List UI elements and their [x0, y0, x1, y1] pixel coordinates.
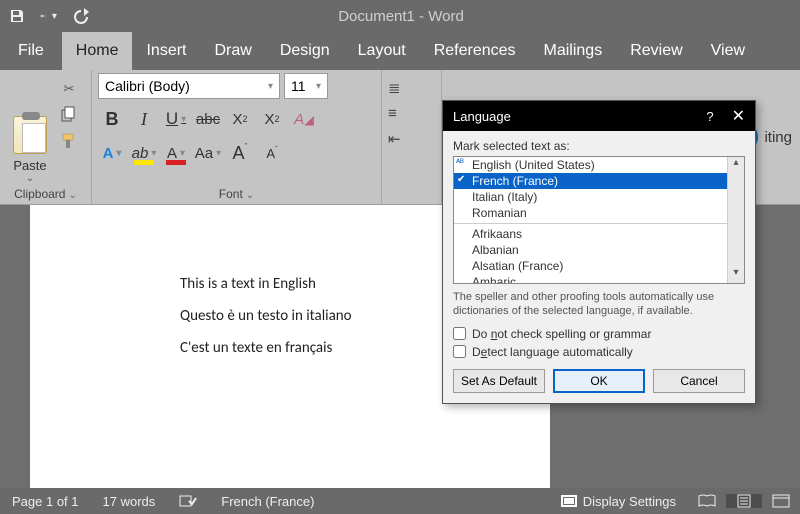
cut-icon[interactable]: ✂ — [58, 79, 80, 99]
cancel-button[interactable]: Cancel — [653, 369, 745, 393]
status-words[interactable]: 17 words — [91, 494, 168, 509]
align-icon[interactable]: ≡ — [388, 105, 401, 122]
app-title: Document1 - Word — [90, 8, 712, 25]
tab-review[interactable]: Review — [616, 32, 696, 70]
language-dialog: Language ? ✕ Mark selected text as: Engl… — [442, 100, 756, 404]
status-language[interactable]: French (France) — [209, 494, 326, 509]
tab-file[interactable]: File — [0, 32, 62, 70]
display-icon — [561, 495, 577, 507]
no-spell-checkbox[interactable] — [453, 327, 466, 340]
shrink-font-button[interactable]: Aˇ — [258, 139, 286, 167]
language-option[interactable]: English (United States) — [454, 157, 744, 173]
underline-button[interactable]: U▾ — [162, 105, 190, 133]
web-layout-icon[interactable] — [762, 494, 800, 508]
detect-lang-checkbox[interactable] — [453, 345, 466, 358]
font-color-button[interactable]: A▾ — [162, 139, 190, 167]
undo-icon[interactable]: ▾ — [40, 7, 58, 25]
language-option[interactable]: Afrikaans — [454, 226, 744, 242]
superscript-button[interactable]: X2 — [258, 105, 286, 133]
italic-button[interactable]: I — [130, 105, 158, 133]
group-clipboard: Paste ⌄ ✂ Clipboard — [0, 70, 92, 204]
scrollbar[interactable]: ▴ ▾ — [727, 157, 744, 283]
grow-font-button[interactable]: Aˆ — [226, 139, 254, 167]
group-label-font: Font — [98, 184, 375, 204]
status-proof-icon[interactable] — [167, 494, 209, 508]
group-paragraph-partial: ≣ ≡ ⇤ x — [382, 70, 442, 204]
group-label-clipboard: Clipboard — [6, 184, 85, 204]
paste-icon — [13, 116, 47, 154]
language-option[interactable]: Amharic — [454, 274, 744, 284]
title-bar: ▾ Document1 - Word — [0, 0, 800, 32]
font-size-select[interactable]: 11▾ — [284, 73, 328, 99]
text-effects-button[interactable]: A▾ — [98, 139, 126, 167]
subscript-button[interactable]: X2 — [226, 105, 254, 133]
change-case-button[interactable]: Aa▾ — [194, 139, 222, 167]
font-name-select[interactable]: Calibri (Body)▾ — [98, 73, 280, 99]
tab-view[interactable]: View — [697, 32, 759, 70]
set-default-button[interactable]: Set As Default — [453, 369, 545, 393]
editing-group-fragment: iting — [764, 129, 792, 146]
dialog-titlebar[interactable]: Language ? ✕ — [443, 101, 755, 131]
no-spell-label[interactable]: Do not check spelling or grammar — [472, 327, 651, 341]
bold-button[interactable]: B — [98, 105, 126, 133]
language-option[interactable]: Italian (Italy) — [454, 189, 744, 205]
scroll-up-icon[interactable]: ▴ — [728, 157, 744, 173]
paste-button[interactable]: Paste ⌄ — [6, 73, 54, 184]
tab-design[interactable]: Design — [266, 32, 344, 70]
close-icon[interactable]: ✕ — [732, 106, 745, 126]
quick-access-toolbar: ▾ — [8, 7, 90, 25]
bullets-icon[interactable]: ≣ — [388, 79, 401, 97]
help-icon[interactable]: ? — [706, 109, 713, 124]
language-option[interactable]: Romanian — [454, 205, 744, 221]
language-option[interactable]: Albanian — [454, 242, 744, 258]
indent-icon[interactable]: ⇤ — [388, 130, 401, 148]
status-page[interactable]: Page 1 of 1 — [0, 494, 91, 509]
tab-home[interactable]: Home — [62, 32, 133, 70]
ok-button[interactable]: OK — [553, 369, 645, 393]
ribbon-tabs: File Home Insert Draw Design Layout Refe… — [0, 32, 800, 70]
tab-insert[interactable]: Insert — [132, 32, 200, 70]
scroll-down-icon[interactable]: ▾ — [728, 267, 744, 283]
format-painter-icon[interactable] — [58, 131, 80, 151]
strikethrough-button[interactable]: abc — [194, 105, 222, 133]
tab-mailings[interactable]: Mailings — [530, 32, 617, 70]
save-icon[interactable] — [8, 7, 26, 25]
language-option[interactable]: Alsatian (France) — [454, 258, 744, 274]
group-font: Calibri (Body)▾ 11▾ B I U▾ abc X2 X2 A◢ … — [92, 70, 382, 204]
highlight-button[interactable]: ab▾ — [130, 139, 158, 167]
language-option[interactable]: French (France) — [454, 173, 744, 189]
detect-lang-label[interactable]: Detect language automatically — [472, 345, 633, 359]
print-layout-icon[interactable] — [726, 494, 762, 508]
display-settings[interactable]: Display Settings — [549, 494, 688, 509]
copy-icon[interactable] — [58, 105, 80, 125]
dialog-hint: The speller and other proofing tools aut… — [453, 290, 745, 319]
clear-format-button[interactable]: A◢ — [290, 105, 318, 133]
tab-layout[interactable]: Layout — [344, 32, 420, 70]
dialog-title: Language — [453, 109, 511, 124]
redo-icon[interactable] — [72, 7, 90, 25]
status-bar: Page 1 of 1 17 words French (France) Dis… — [0, 488, 800, 514]
mark-label: Mark selected text as: — [453, 139, 745, 153]
tab-references[interactable]: References — [420, 32, 530, 70]
read-mode-icon[interactable] — [688, 494, 726, 508]
tab-draw[interactable]: Draw — [200, 32, 265, 70]
language-listbox[interactable]: English (United States)French (France)It… — [453, 156, 745, 284]
